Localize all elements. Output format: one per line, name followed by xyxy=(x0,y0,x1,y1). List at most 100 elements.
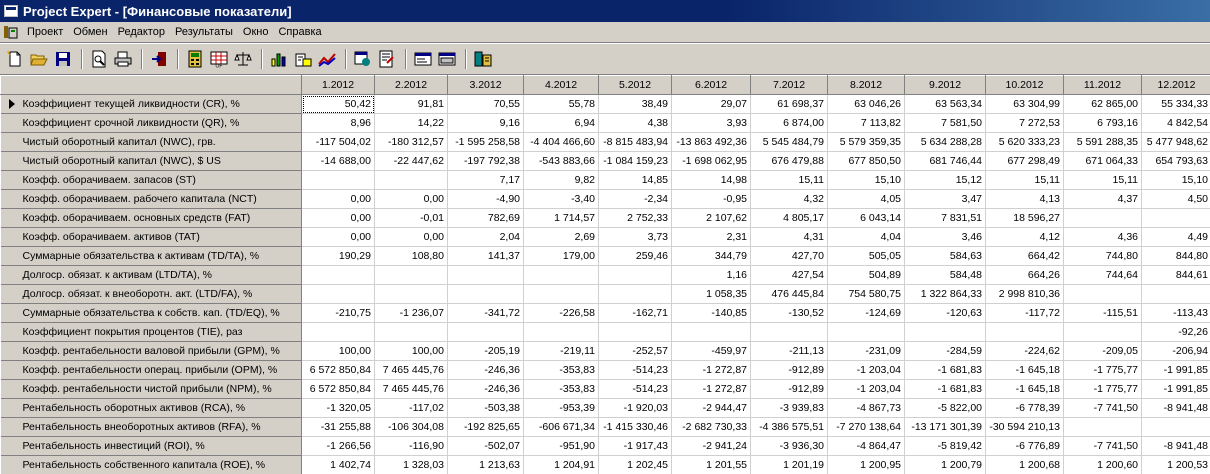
row-header[interactable]: Долгоср. обязат. к внеоборотн. акт. (LTD… xyxy=(0,284,302,304)
table-cell[interactable]: -4,90 xyxy=(447,189,524,209)
table-cell[interactable]: -1 645,18 xyxy=(985,379,1064,399)
table-cell[interactable]: -3,40 xyxy=(523,189,599,209)
table-cell[interactable] xyxy=(598,265,672,285)
row-header[interactable]: Долгоср. обязат. к активам (LTD/TA), % xyxy=(0,265,302,285)
table-cell[interactable]: 15,11 xyxy=(985,170,1064,190)
table-cell[interactable]: -205,19 xyxy=(447,341,524,361)
table-cell[interactable]: 4,05 xyxy=(827,189,905,209)
table-cell[interactable]: -140,85 xyxy=(671,303,751,323)
table-cell[interactable]: 4 805,17 xyxy=(750,208,828,228)
table-cell[interactable]: 38,49 xyxy=(598,94,672,114)
table-cell[interactable]: 4,04 xyxy=(827,227,905,247)
table-cell[interactable]: 6 572 850,84 xyxy=(301,360,375,380)
table-cell[interactable]: 61 698,37 xyxy=(750,94,828,114)
table-cell[interactable]: 0,00 xyxy=(301,208,375,228)
table-cell[interactable]: 6,94 xyxy=(523,113,599,133)
table-cell[interactable]: 100,00 xyxy=(374,341,448,361)
table-cell[interactable]: -13 171 301,39 xyxy=(904,417,986,437)
table-cell[interactable]: -502,07 xyxy=(447,436,524,456)
table-cell[interactable]: 3,93 xyxy=(671,113,751,133)
table-cell[interactable] xyxy=(301,322,375,342)
table-cell[interactable]: 1,16 xyxy=(671,265,751,285)
table-cell[interactable]: 91,81 xyxy=(374,94,448,114)
table-cell[interactable]: -120,63 xyxy=(904,303,986,323)
row-header[interactable]: Рентабельность собственного капитала (RO… xyxy=(0,455,302,474)
table-cell[interactable] xyxy=(598,284,672,304)
table-cell[interactable] xyxy=(301,284,375,304)
table-cell[interactable]: -1 645,18 xyxy=(985,360,1064,380)
table-cell[interactable]: -1 203,04 xyxy=(827,360,905,380)
table-cell[interactable] xyxy=(374,170,448,190)
table-cell[interactable]: -4 867,73 xyxy=(827,398,905,418)
table-cell[interactable]: -14 688,00 xyxy=(301,151,375,171)
table-cell[interactable]: 4,38 xyxy=(598,113,672,133)
table-cell[interactable]: 0,00 xyxy=(301,227,375,247)
table-cell[interactable]: -1 991,85 xyxy=(1141,360,1210,380)
grid-corner[interactable] xyxy=(0,75,302,95)
table-cell[interactable] xyxy=(447,322,524,342)
table-cell[interactable]: -1 272,87 xyxy=(671,360,751,380)
table-cell[interactable]: -5 819,42 xyxy=(904,436,986,456)
table-cell[interactable]: -211,13 xyxy=(750,341,828,361)
table-cell[interactable]: 782,69 xyxy=(447,208,524,228)
row-header[interactable]: Рентабельность внеоборотных активов (RFA… xyxy=(0,417,302,437)
table-cell[interactable]: 4,13 xyxy=(985,189,1064,209)
table-cell[interactable]: 5 591 288,35 xyxy=(1063,132,1142,152)
table-cell[interactable]: 15,11 xyxy=(1063,170,1142,190)
table-cell[interactable]: 2 998 810,36 xyxy=(985,284,1064,304)
table-cell[interactable]: -1 595 258,58 xyxy=(447,132,524,152)
table-cell[interactable]: 4,31 xyxy=(750,227,828,247)
table-cell[interactable]: 754 580,75 xyxy=(827,284,905,304)
table-cell[interactable]: -252,57 xyxy=(598,341,672,361)
table-cell[interactable]: 7 581,50 xyxy=(904,113,986,133)
table-cell[interactable]: -219,11 xyxy=(523,341,599,361)
table-cell[interactable] xyxy=(447,284,524,304)
table-cell[interactable]: -4 386 575,51 xyxy=(750,417,828,437)
table-cell[interactable]: 2,04 xyxy=(447,227,524,247)
table-cell[interactable]: -113,43 xyxy=(1141,303,1210,323)
table-cell[interactable]: 664,42 xyxy=(985,246,1064,266)
table-cell[interactable]: 108,80 xyxy=(374,246,448,266)
column-header[interactable]: 8.2012 xyxy=(827,75,905,95)
table-cell[interactable]: 681 746,44 xyxy=(904,151,986,171)
table-cell[interactable]: -1 266,56 xyxy=(301,436,375,456)
table-cell[interactable]: 4,12 xyxy=(985,227,1064,247)
line-graph-icon[interactable] xyxy=(316,48,338,70)
table-cell[interactable]: -5 822,00 xyxy=(904,398,986,418)
table-cell[interactable]: -3 939,83 xyxy=(750,398,828,418)
print-preview-icon[interactable] xyxy=(88,48,110,70)
chart-add-icon[interactable] xyxy=(292,48,314,70)
table-cell[interactable]: 14,85 xyxy=(598,170,672,190)
table-cell[interactable]: -0,95 xyxy=(671,189,751,209)
table-cell[interactable]: -117,02 xyxy=(374,398,448,418)
table-cell[interactable]: -1 991,85 xyxy=(1141,379,1210,399)
table-cell[interactable]: -6 776,89 xyxy=(985,436,1064,456)
table-cell[interactable]: -246,36 xyxy=(447,379,524,399)
table-cell[interactable]: 344,79 xyxy=(671,246,751,266)
table-cell[interactable]: 671 064,33 xyxy=(1063,151,1142,171)
table-cell[interactable]: 427,54 xyxy=(750,265,828,285)
table-cell[interactable]: 1 201,55 xyxy=(671,455,751,474)
table-cell[interactable] xyxy=(1141,208,1210,228)
table-cell[interactable]: -353,83 xyxy=(523,379,599,399)
table-cell[interactable]: -1 917,43 xyxy=(598,436,672,456)
menu-editor[interactable]: Редактор xyxy=(113,23,170,41)
table-cell[interactable]: 6 572 850,84 xyxy=(301,379,375,399)
table-cell[interactable]: 3,73 xyxy=(598,227,672,247)
table-cell[interactable]: 62 865,00 xyxy=(1063,94,1142,114)
table-cell[interactable] xyxy=(1063,322,1142,342)
table-cell[interactable]: 1 714,57 xyxy=(523,208,599,228)
table-cell[interactable]: 7 465 445,76 xyxy=(374,360,448,380)
row-header[interactable]: Рентабельность оборотных активов (RCA), … xyxy=(0,398,302,418)
table-cell[interactable]: -1 415 330,46 xyxy=(598,417,672,437)
row-header[interactable]: Рентабельность инвестиций (ROI), % xyxy=(0,436,302,456)
table-cell[interactable]: -246,36 xyxy=(447,360,524,380)
table-cell[interactable]: -115,51 xyxy=(1063,303,1142,323)
refresh-project-icon[interactable] xyxy=(352,48,374,70)
table-cell[interactable]: -180 312,57 xyxy=(374,132,448,152)
table-cell[interactable]: 4,37 xyxy=(1063,189,1142,209)
table-cell[interactable] xyxy=(1063,208,1142,228)
table-cell[interactable]: -224,62 xyxy=(985,341,1064,361)
table-cell[interactable]: -13 863 492,36 xyxy=(671,132,751,152)
row-header[interactable]: Коэфф. оборачиваем. основных средств (FA… xyxy=(0,208,302,228)
